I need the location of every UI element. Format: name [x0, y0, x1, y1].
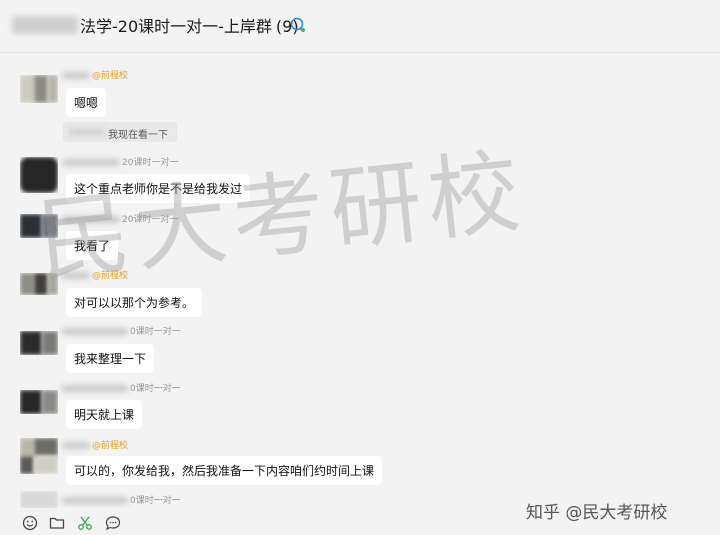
group-name: 法学-20课时一对一-上岸群	[80, 17, 272, 36]
sender-name-redacted	[62, 385, 128, 392]
sender-group-suffix: 0课时一对一	[130, 327, 181, 337]
message-list[interactable]: @前程校 嗯嗯 我现在看一下 20课时一对一 这个重点老师你是不是给我发过 20…	[0, 53, 720, 508]
notice-name-redacted	[69, 128, 105, 136]
chat-header: 法学-20课时一对一-上岸群 (9)	[0, 0, 720, 53]
sender-tag: @前程校	[92, 441, 129, 451]
sender-group-suffix: 0课时一对一	[130, 384, 181, 394]
sender-line: 20课时一对一	[62, 212, 178, 225]
scissors-icon[interactable]	[77, 515, 93, 531]
sender-line: 0课时一对一	[62, 493, 181, 506]
sender-group-suffix: 20课时一对一	[122, 158, 179, 168]
sender-line: @前程校	[62, 438, 128, 451]
sender-line: 0课时一对一	[62, 381, 181, 394]
avatar[interactable]	[20, 157, 58, 193]
chat-bubble-icon[interactable]	[105, 515, 121, 531]
sender-name-redacted	[62, 442, 90, 449]
emoji-icon[interactable]	[22, 515, 38, 531]
sender-line: 20课时一对一	[62, 155, 178, 168]
message-bubble[interactable]: 这个重点老师你是不是给我发过	[66, 174, 251, 203]
sender-name-redacted	[62, 497, 128, 504]
sender-line: 0课时一对一	[62, 324, 181, 337]
sender-name-redacted	[62, 159, 120, 166]
sender-name-redacted	[62, 328, 128, 335]
avatar[interactable]	[20, 273, 58, 295]
avatar[interactable]	[20, 214, 58, 238]
title-prefix-redacted	[12, 16, 78, 34]
message-bubble[interactable]: 嗯嗯	[66, 88, 107, 117]
sender-name-redacted	[62, 72, 90, 79]
message-bubble[interactable]: 明天就上课	[66, 400, 143, 429]
zhihu-credit: 知乎 @民大考研校	[526, 503, 668, 523]
group-chat-icon[interactable]	[288, 17, 306, 33]
sender-line: @前程校	[62, 268, 128, 281]
sender-group-suffix: 20课时一对一	[122, 215, 179, 225]
sender-tag: @前程校	[92, 271, 129, 281]
sender-group-suffix: 0课时一对一	[130, 496, 181, 506]
message-bubble[interactable]: 我看了	[66, 231, 119, 260]
message-bubble[interactable]: 我来整理一下	[66, 344, 155, 373]
avatar[interactable]	[20, 491, 58, 508]
folder-icon[interactable]	[49, 515, 65, 531]
avatar[interactable]	[20, 438, 58, 474]
sender-tag: @前程校	[92, 71, 129, 81]
chat-title[interactable]: 法学-20课时一对一-上岸群 (9)	[80, 13, 299, 37]
sender-name-redacted	[62, 216, 120, 223]
avatar[interactable]	[20, 331, 58, 355]
message-bubble[interactable]: 可以的，你发给我，然后我准备一下内容咱们约时间上课	[66, 456, 383, 485]
system-notice: 我现在看一下	[63, 122, 177, 142]
avatar[interactable]	[20, 75, 58, 103]
avatar[interactable]	[20, 390, 58, 414]
sender-line: @前程校	[62, 68, 128, 81]
sender-name-redacted	[62, 272, 90, 279]
system-notice-text: 我现在看一下	[108, 130, 168, 141]
message-bubble[interactable]: 对可以以那个为参考。	[66, 288, 203, 317]
